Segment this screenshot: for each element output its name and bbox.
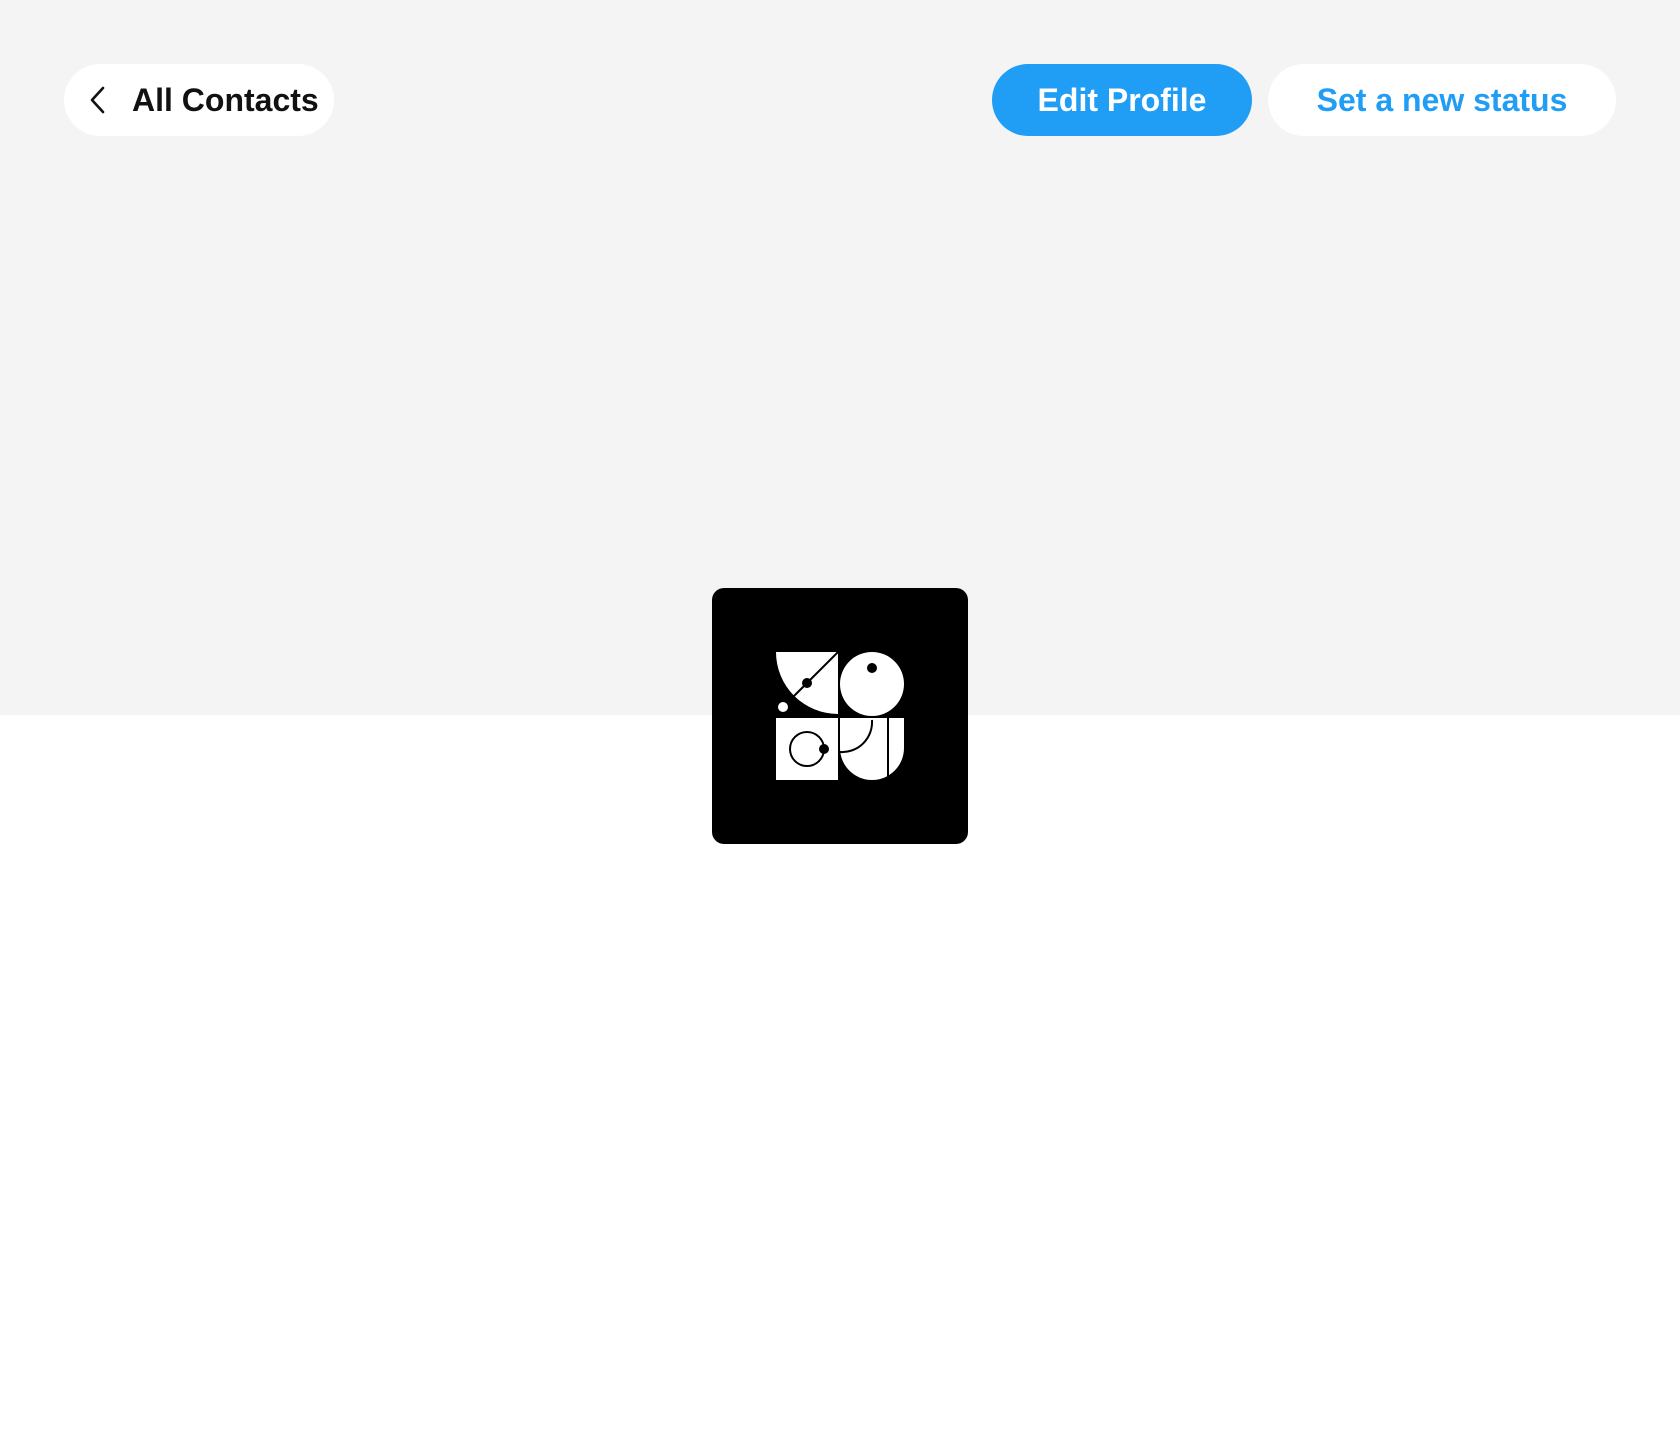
all-contacts-back-button[interactable]: All Contacts	[64, 64, 334, 136]
edit-profile-label: Edit Profile	[1037, 81, 1207, 118]
back-button-label: All Contacts	[132, 81, 319, 118]
geometric-avatar-logo	[776, 652, 904, 780]
edit-profile-button[interactable]: Edit Profile	[992, 64, 1252, 136]
set-status-label: Set a new status	[1316, 81, 1568, 118]
profile-avatar[interactable]	[712, 588, 968, 844]
chevron-left-icon	[90, 86, 105, 114]
set-status-button[interactable]: Set a new status	[1268, 64, 1616, 136]
